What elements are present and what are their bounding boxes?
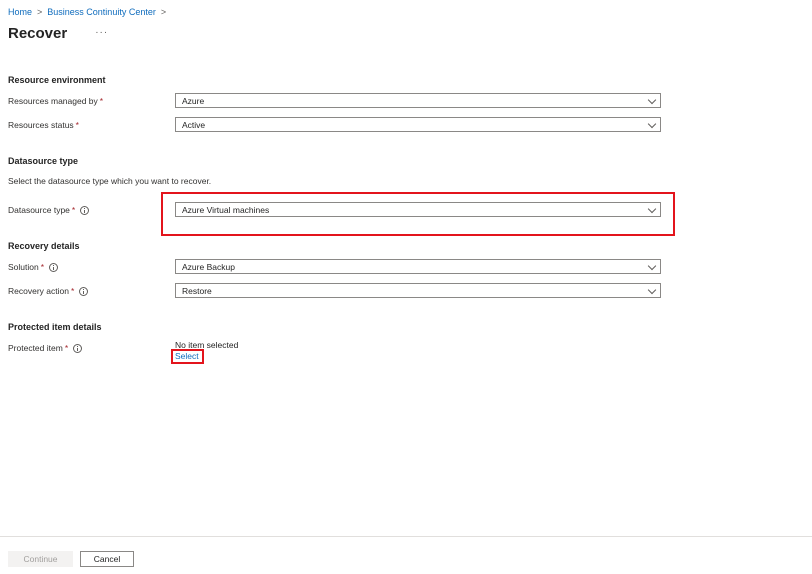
label-protected-item: Protected item * xyxy=(8,341,83,355)
section-title-protected-item-details: Protected item details xyxy=(8,322,102,332)
label-recovery-action: Recovery action * xyxy=(8,284,89,298)
label-resources-status: Resources status * xyxy=(8,118,79,132)
footer-bar: Continue Cancel xyxy=(0,536,812,574)
required-asterisk: * xyxy=(99,96,104,106)
datasource-description: Select the datasource type which you wan… xyxy=(8,176,212,186)
label-solution: Solution * xyxy=(8,260,59,274)
label-text: Datasource type xyxy=(8,205,70,215)
chevron-down-icon xyxy=(647,95,657,105)
section-title-resource-environment: Resource environment xyxy=(8,75,106,85)
cancel-button[interactable]: Cancel xyxy=(80,551,134,567)
label-datasource-type: Datasource type * xyxy=(8,203,90,217)
label-text: Resources status xyxy=(8,120,74,130)
resources-status-dropdown[interactable]: Active xyxy=(175,117,661,132)
required-asterisk: * xyxy=(71,205,76,215)
protected-item-value: No item selected xyxy=(175,340,239,350)
info-icon[interactable] xyxy=(73,343,83,353)
breadcrumb-separator: > xyxy=(37,7,43,17)
label-text: Resources managed by xyxy=(8,96,98,106)
label-resources-managed-by: Resources managed by * xyxy=(8,94,103,108)
breadcrumb-home-link[interactable]: Home xyxy=(8,7,32,17)
dropdown-value: Azure Backup xyxy=(182,261,235,272)
info-icon[interactable] xyxy=(80,205,90,215)
dropdown-value: Azure Virtual machines xyxy=(182,204,270,215)
dropdown-value: Restore xyxy=(182,285,212,296)
solution-dropdown[interactable]: Azure Backup xyxy=(175,259,661,274)
chevron-down-icon xyxy=(647,119,657,129)
section-title-recovery-details: Recovery details xyxy=(8,241,80,251)
section-title-datasource-type: Datasource type xyxy=(8,156,79,166)
continue-button[interactable]: Continue xyxy=(8,551,73,567)
page-title: Recover xyxy=(8,24,68,42)
chevron-down-icon xyxy=(647,285,657,295)
dropdown-value: Azure xyxy=(182,95,205,106)
breadcrumb-business-continuity-link[interactable]: Business Continuity Center xyxy=(47,7,156,17)
breadcrumb: Home > Business Continuity Center > xyxy=(8,6,171,18)
label-text: Recovery action xyxy=(8,286,69,296)
required-asterisk: * xyxy=(40,262,45,272)
more-options-button[interactable]: ··· xyxy=(93,28,110,38)
dropdown-value: Active xyxy=(182,119,206,130)
info-icon[interactable] xyxy=(79,286,89,296)
chevron-down-icon xyxy=(647,204,657,214)
recovery-action-dropdown[interactable]: Restore xyxy=(175,283,661,298)
chevron-down-icon xyxy=(647,261,657,271)
page-header: Recover ··· xyxy=(8,24,110,42)
datasource-type-dropdown[interactable]: Azure Virtual machines xyxy=(175,202,661,217)
label-text: Protected item xyxy=(8,343,63,353)
breadcrumb-separator: > xyxy=(160,7,167,17)
info-icon[interactable] xyxy=(49,262,59,272)
label-text: Solution xyxy=(8,262,39,272)
resources-managed-by-dropdown[interactable]: Azure xyxy=(175,93,661,108)
select-protected-item-link[interactable]: Select xyxy=(175,351,199,361)
required-asterisk: * xyxy=(75,120,79,130)
required-asterisk: * xyxy=(64,343,69,353)
required-asterisk: * xyxy=(70,286,75,296)
